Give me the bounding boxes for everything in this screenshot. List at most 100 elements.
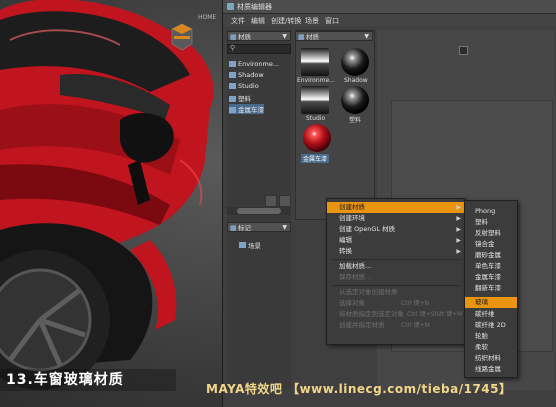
scene-icon xyxy=(239,242,246,248)
dropdown-label: 标记 xyxy=(238,224,251,232)
dropdown-label: 材质 xyxy=(306,33,319,41)
menu-item-label: 编辑 xyxy=(339,236,352,244)
menu-item-label: 创建材质 xyxy=(339,203,365,211)
menu-item-create-and-assign: 创建并指定材质 Ctrl 键+M xyxy=(327,320,465,331)
menu-create-convert[interactable]: 创建/转换 xyxy=(271,16,301,26)
menu-shortcut: Ctrl 键+Shift 键+M xyxy=(407,311,463,318)
swatch-metallic-paint[interactable] xyxy=(303,124,331,152)
submenu-item-reflective-plastic[interactable]: 反射塑料 xyxy=(465,228,517,239)
menu-item-create-material[interactable]: 创建材质 ▶ xyxy=(327,202,465,213)
submenu-item-wire-metal[interactable]: 线路金属 xyxy=(465,364,517,375)
menu-item-convert[interactable]: 转换 ▶ xyxy=(327,246,465,257)
menu-scene[interactable]: 场景 xyxy=(305,16,319,26)
view-cube-icon[interactable] xyxy=(170,22,194,52)
submenu-item-carbon-fiber-2d[interactable]: 碳纤维 2D xyxy=(465,320,517,331)
app-icon xyxy=(227,3,234,10)
tree-item-shadow[interactable]: Shadow xyxy=(229,71,264,79)
menu-edit[interactable]: 编辑 xyxy=(251,16,265,26)
menu-item-select-objects: 选择对象 Ctrl 键+N xyxy=(327,298,465,309)
swatch-dropdown[interactable]: ▦ 材质 ▼ xyxy=(295,31,373,41)
chevron-down-icon: ▼ xyxy=(364,33,369,40)
horizontal-scrollbar[interactable] xyxy=(227,207,291,215)
menubar: 文件 编辑 创建/转换 场景 窗口 xyxy=(223,14,556,26)
tag-dropdown[interactable]: ▦ 标记 ▼ xyxy=(227,222,291,232)
view-cube-label: HOME xyxy=(198,14,217,21)
dropdown-label: 材质 xyxy=(238,33,251,41)
context-menu: 创建材质 ▶ 创建环境 ▶ 创建 OpenGL 材质 ▶ 编辑 ▶ 转换 ▶ 加载材质..… xyxy=(326,198,466,345)
tree-item-label: Shadow xyxy=(238,71,264,79)
grid-icon: ▦ xyxy=(230,33,237,41)
menu-item-label: 选择对象 xyxy=(339,299,365,307)
submenu-item-glass[interactable]: 玻璃 xyxy=(465,297,517,308)
menu-item-create-environment[interactable]: 创建环境 ▶ xyxy=(327,213,465,224)
menu-window[interactable]: 窗口 xyxy=(325,16,339,26)
swatch-label: Studio xyxy=(306,115,326,122)
swatch-label: 金属车漆 xyxy=(301,154,330,163)
small-tool-icon[interactable] xyxy=(265,195,277,207)
menu-item-label: 加载材质... xyxy=(339,262,372,270)
submenu-item-soft[interactable]: 柔软 xyxy=(465,342,517,353)
menu-shortcut: Ctrl 键+N xyxy=(401,300,430,307)
menu-item-label: 创建 OpenGL 材质 xyxy=(339,225,396,233)
submenu-item-metallic-paint[interactable]: 金属车漆 xyxy=(465,272,517,283)
menu-item-label: 转换 xyxy=(339,247,352,255)
menu-item-label: 创建环境 xyxy=(339,214,365,222)
titlebar: 材质编辑器 xyxy=(223,0,556,14)
chevron-down-icon: ▼ xyxy=(282,33,287,40)
tree-item-environment[interactable]: Environme... xyxy=(229,60,279,68)
swatch-label: Shadow xyxy=(344,77,368,84)
tree-item-label: Environme... xyxy=(238,60,280,68)
chevron-right-icon: ▶ xyxy=(456,226,461,233)
swatch-label: Environme... xyxy=(297,77,335,84)
small-tool-icon[interactable] xyxy=(279,195,291,207)
chevron-right-icon: ▶ xyxy=(456,248,461,255)
chevron-right-icon: ▶ xyxy=(456,215,461,222)
swatch-label: 塑料 xyxy=(349,117,362,124)
menu-item-label: 将材质指定到选定对象 xyxy=(339,310,404,318)
search-input[interactable]: ⚲ xyxy=(227,44,291,54)
option-checkbox[interactable] xyxy=(459,46,468,55)
step-caption: 13.车窗玻璃材质 xyxy=(0,369,176,391)
menu-item-create-from-selection: 从选定对象创建材质 xyxy=(327,287,465,298)
menu-item-assign-to-selection: 将材质指定到选定对象 Ctrl 键+Shift 键+M xyxy=(327,309,465,320)
menu-item-load-material[interactable]: 加载材质... xyxy=(327,261,465,272)
search-icon: ⚲ xyxy=(230,44,236,52)
menu-item-edit[interactable]: 编辑 ▶ xyxy=(327,235,465,246)
material-type-dropdown[interactable]: ▦ 材质 ▼ xyxy=(227,31,291,41)
swatch-shadow[interactable] xyxy=(341,48,369,76)
material-icon xyxy=(229,96,236,102)
submenu-item-chrome[interactable]: 镜合金 xyxy=(465,239,517,250)
submenu-item-plastic[interactable]: 塑料 xyxy=(465,217,517,228)
tree-item-studio[interactable]: Studio xyxy=(229,82,259,90)
menu-item-label: 从选定对象创建材质 xyxy=(339,288,398,296)
chevron-right-icon: ▶ xyxy=(456,204,461,211)
swatch-environment[interactable] xyxy=(301,48,329,76)
swatch-studio[interactable] xyxy=(301,86,329,114)
menu-file[interactable]: 文件 xyxy=(231,16,245,26)
material-icon xyxy=(229,83,236,89)
tree-item-metallic-paint[interactable]: 金属车漆 xyxy=(229,104,264,114)
submenu-item-solid-paint[interactable]: 单色车漆 xyxy=(465,261,517,272)
tree-item-plastic[interactable]: 塑料 xyxy=(229,93,251,103)
car-render xyxy=(0,0,214,390)
tree-item-label: Studio xyxy=(238,82,259,90)
grid-icon: ▦ xyxy=(298,33,305,41)
tree-item-label: 塑料 xyxy=(238,95,251,103)
swatch-plastic[interactable] xyxy=(341,86,369,114)
menu-item-save-material: 保存材质... xyxy=(327,272,465,283)
submenu-item-phong[interactable]: Phong xyxy=(465,206,517,217)
material-icon xyxy=(229,107,236,113)
menu-separator xyxy=(333,285,459,286)
submenu-item-brushed-metal[interactable]: 磨砂金属 xyxy=(465,250,517,261)
submenu-item-carbon-fiber[interactable]: 碳纤维 xyxy=(465,309,517,320)
submenu-item-tire[interactable]: 轮胎 xyxy=(465,331,517,342)
menu-item-create-opengl-material[interactable]: 创建 OpenGL 材质 ▶ xyxy=(327,224,465,235)
window-title: 材质编辑器 xyxy=(237,3,272,11)
submenu-item-refurbished-paint[interactable]: 翻新车漆 xyxy=(465,283,517,294)
tree-item-scene[interactable]: 场景 xyxy=(239,240,261,250)
tree-item-label: 金属车漆 xyxy=(238,106,264,114)
tree-item-label: 场景 xyxy=(248,242,261,250)
submenu-item-textile[interactable]: 纺织材料 xyxy=(465,353,517,364)
scrollbar-thumb[interactable] xyxy=(237,208,281,214)
watermark-caption: MAYA特效吧 【www.linecg.com/tieba/1745】 xyxy=(206,382,512,396)
